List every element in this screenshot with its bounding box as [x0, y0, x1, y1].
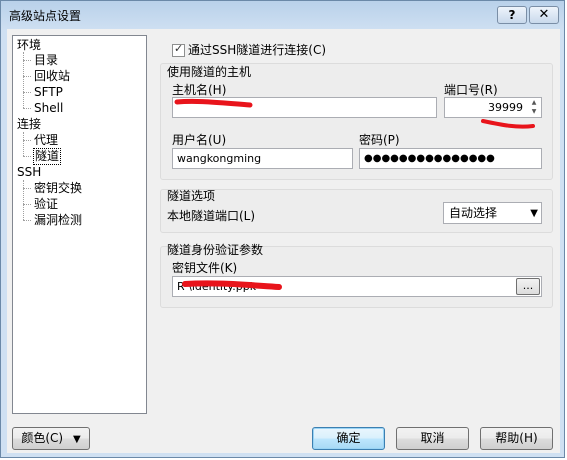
tree-item-tunnel[interactable]: 隧道	[33, 148, 62, 165]
tree-item-proxy[interactable]: 代理	[34, 133, 58, 148]
tree-item-key-exchange[interactable]: 密钥交换	[34, 181, 82, 196]
tree-connector	[23, 140, 31, 141]
tunnel-options-group-label: 隧道选项	[167, 189, 216, 203]
tree-item-authentication[interactable]: 验证	[34, 197, 58, 212]
tree-connector	[23, 156, 31, 157]
ssh-tunnel-checkbox-label: 通过SSH隧道进行连接(C)	[188, 43, 327, 57]
ok-button[interactable]: 确定	[312, 427, 385, 450]
keyfile-input[interactable]: R \identity.ppk	[172, 276, 542, 297]
tree-item-connection[interactable]: 连接	[17, 117, 41, 132]
tree-connector	[23, 204, 31, 205]
tree-item-directories[interactable]: 目录	[34, 53, 58, 68]
title-bar: 高级站点设置 ? ✕	[1, 1, 566, 29]
local-port-select[interactable]: 自动选择 ▼	[443, 202, 542, 224]
password-label: 密码(P)	[359, 133, 400, 147]
local-port-select-value: 自动选择	[449, 206, 498, 220]
tree-connector	[23, 220, 31, 221]
spin-down-icon[interactable]: ▼	[528, 107, 540, 116]
tree-item-shell[interactable]: Shell	[34, 101, 63, 116]
ssh-tunnel-checkbox-row[interactable]: 通过SSH隧道进行连接(C)	[172, 41, 326, 58]
keyfile-label: 密钥文件(K)	[172, 261, 238, 275]
tree-item-sftp[interactable]: SFTP	[34, 85, 63, 100]
tree-connector	[23, 60, 31, 61]
tunnel-auth-group-label: 隧道身份验证参数	[167, 243, 264, 257]
help-button[interactable]: 帮助(H)	[480, 427, 553, 450]
tree-connector	[23, 188, 31, 189]
username-label: 用户名(U)	[172, 133, 227, 147]
window-title: 高级站点设置	[9, 9, 82, 23]
tree-item-ssh[interactable]: SSH	[17, 165, 41, 180]
close-titlebar-button[interactable]: ✕	[529, 6, 559, 24]
tree-connector	[23, 132, 24, 156]
color-button-label: 颜色(C)	[21, 431, 64, 445]
color-button[interactable]: 颜色(C) ▼	[12, 427, 90, 450]
browse-keyfile-button[interactable]: ...	[516, 278, 540, 295]
chevron-down-icon: ▼	[530, 208, 538, 219]
settings-tree[interactable]: 环境 目录 回收站 SFTP Shell 连接 代理 隧道 SSH 密钥交换 验…	[12, 35, 147, 414]
password-input[interactable]: ●●●●●●●●●●●●●●●	[359, 148, 542, 169]
port-spinner[interactable]: ▲ ▼	[528, 98, 540, 117]
tree-connector	[23, 92, 31, 93]
hostname-label: 主机名(H)	[172, 83, 227, 97]
ssh-tunnel-checkbox[interactable]	[172, 42, 185, 57]
help-titlebar-button[interactable]: ?	[497, 6, 527, 24]
username-input[interactable]: wangkongming	[172, 148, 353, 169]
tunnel-host-group-label: 使用隧道的主机	[167, 65, 252, 79]
chevron-down-icon: ▼	[72, 434, 81, 445]
tree-item-recycle-bin[interactable]: 回收站	[34, 69, 70, 84]
dialog-client: 环境 目录 回收站 SFTP Shell 连接 代理 隧道 SSH 密钥交换 验…	[7, 29, 560, 453]
tree-item-bug-detection[interactable]: 漏洞检测	[34, 213, 82, 228]
tree-connector	[23, 76, 31, 77]
hostname-input[interactable]	[172, 97, 437, 118]
dialog-window: 高级站点设置 ? ✕ 环境 目录 回收站 SFTP Shell 连接 代理 隧道	[0, 0, 565, 458]
tree-connector	[23, 108, 31, 109]
port-label: 端口号(R)	[444, 83, 498, 97]
cancel-button[interactable]: 取消	[396, 427, 469, 450]
local-port-label: 本地隧道端口(L)	[167, 209, 256, 223]
tree-item-environment[interactable]: 环境	[17, 38, 41, 53]
spin-up-icon[interactable]: ▲	[528, 98, 540, 107]
tree-connector	[23, 180, 24, 220]
